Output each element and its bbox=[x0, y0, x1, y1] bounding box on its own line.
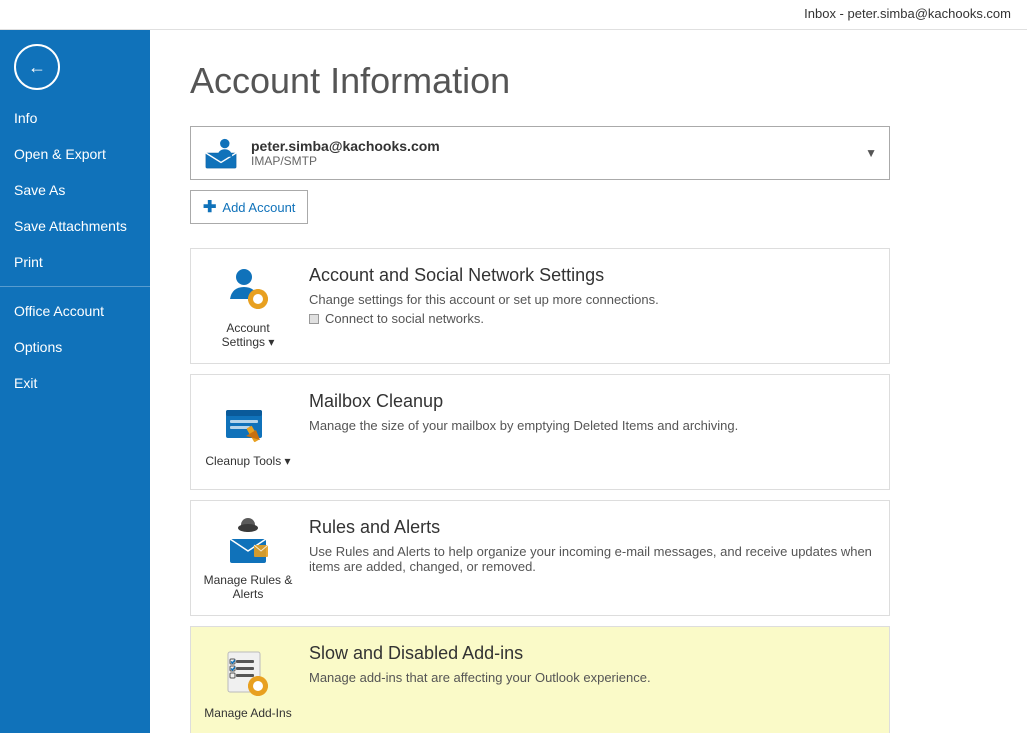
account-info: peter.simba@kachooks.com IMAP/SMTP bbox=[251, 138, 865, 168]
cleanup-tools-button[interactable]: Cleanup Tools ▾ bbox=[203, 387, 293, 477]
manage-addins-icon bbox=[222, 648, 274, 700]
addins-card: Manage Add-Ins Slow and Disabled Add-ins… bbox=[190, 626, 890, 733]
back-button[interactable]: ← bbox=[14, 44, 60, 90]
sidebar-divider bbox=[0, 286, 150, 287]
account-dropdown[interactable]: peter.simba@kachooks.com IMAP/SMTP ▼ bbox=[190, 126, 890, 180]
sidebar-item-exit[interactable]: Exit bbox=[0, 365, 150, 401]
account-settings-link[interactable]: Connect to social networks. bbox=[309, 311, 877, 326]
sidebar-item-save-as[interactable]: Save As bbox=[0, 172, 150, 208]
page-title: Account Information bbox=[190, 60, 987, 102]
manage-addins-button[interactable]: Manage Add-Ins bbox=[203, 639, 293, 729]
sidebar-item-save-attachments[interactable]: Save Attachments bbox=[0, 208, 150, 244]
add-account-label: Add Account bbox=[222, 200, 295, 215]
account-icon bbox=[203, 135, 239, 171]
account-settings-icon bbox=[222, 263, 274, 315]
rules-alerts-desc: Use Rules and Alerts to help organize yo… bbox=[309, 544, 877, 574]
sidebar-item-print[interactable]: Print bbox=[0, 244, 150, 280]
cleanup-tools-card: Cleanup Tools ▾ Mailbox Cleanup Manage t… bbox=[190, 374, 890, 490]
rules-alerts-title: Rules and Alerts bbox=[309, 517, 877, 538]
main-content: Account Information peter.simba@ka bbox=[150, 30, 1027, 733]
link-square-icon bbox=[309, 314, 319, 324]
cleanup-tools-desc: Manage the size of your mailbox by empty… bbox=[309, 418, 877, 433]
sidebar: ← Info Open & Export Save As Save Attach… bbox=[0, 30, 150, 733]
account-settings-title: Account and Social Network Settings bbox=[309, 265, 877, 286]
manage-rules-button[interactable]: Manage Rules & Alerts bbox=[203, 513, 293, 603]
sidebar-item-open-export[interactable]: Open & Export bbox=[0, 136, 150, 172]
inbox-label: Inbox - peter.simba@kachooks.com bbox=[804, 6, 1011, 21]
sidebar-item-office-account[interactable]: Office Account bbox=[0, 293, 150, 329]
cleanup-tools-text: Mailbox Cleanup Manage the size of your … bbox=[309, 387, 877, 437]
sidebar-item-info[interactable]: Info bbox=[0, 100, 150, 136]
manage-addins-label: Manage Add-Ins bbox=[204, 706, 291, 720]
dropdown-arrow-icon: ▼ bbox=[865, 146, 877, 160]
cleanup-tools-title: Mailbox Cleanup bbox=[309, 391, 877, 412]
addins-text: Slow and Disabled Add-ins Manage add-ins… bbox=[309, 639, 877, 689]
rules-alerts-text: Rules and Alerts Use Rules and Alerts to… bbox=[309, 513, 877, 578]
manage-rules-icon bbox=[222, 515, 274, 567]
rules-alerts-card: Manage Rules & Alerts Rules and Alerts U… bbox=[190, 500, 890, 616]
account-settings-desc: Change settings for this account or set … bbox=[309, 292, 877, 307]
cleanup-tools-icon bbox=[222, 396, 274, 448]
main-layout: ← Info Open & Export Save As Save Attach… bbox=[0, 30, 1027, 733]
addins-title: Slow and Disabled Add-ins bbox=[309, 643, 877, 664]
manage-rules-label: Manage Rules & Alerts bbox=[203, 573, 293, 601]
top-bar: Inbox - peter.simba@kachooks.com bbox=[0, 0, 1027, 30]
sidebar-item-options[interactable]: Options bbox=[0, 329, 150, 365]
add-account-button[interactable]: ✚ Add Account bbox=[190, 190, 308, 224]
account-settings-label: Account Settings ▾ bbox=[203, 321, 293, 349]
account-settings-text: Account and Social Network Settings Chan… bbox=[309, 261, 877, 326]
cleanup-tools-label: Cleanup Tools ▾ bbox=[205, 454, 290, 468]
account-settings-card: Account Settings ▾ Account and Social Ne… bbox=[190, 248, 890, 364]
account-email: peter.simba@kachooks.com bbox=[251, 138, 865, 154]
add-icon: ✚ bbox=[203, 197, 216, 217]
account-settings-button[interactable]: Account Settings ▾ bbox=[203, 261, 293, 351]
addins-desc: Manage add-ins that are affecting your O… bbox=[309, 670, 877, 685]
account-type: IMAP/SMTP bbox=[251, 154, 865, 168]
